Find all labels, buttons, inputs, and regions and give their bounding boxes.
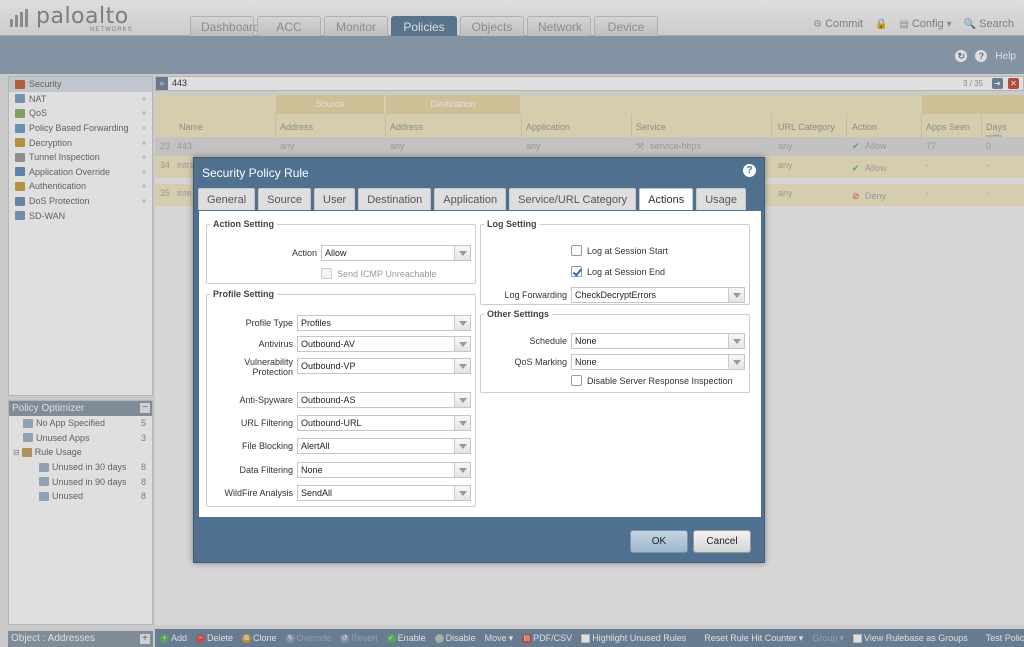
data-filtering-label: Data Filtering (239, 465, 293, 475)
log-session-end-label: Log at Session End (587, 266, 666, 277)
tab-destination[interactable]: Destination (358, 188, 432, 210)
file-blocking-select[interactable]: AlertAll (297, 438, 471, 454)
data-filtering-value: None (301, 465, 323, 475)
chevron-down-icon (454, 439, 470, 453)
schedule-label: Schedule (529, 336, 567, 346)
antivirus-select[interactable]: Outbound-AV (297, 336, 471, 352)
chevron-down-icon (454, 337, 470, 351)
log-session-start-checkbox[interactable]: Log at Session Start (571, 245, 668, 256)
wildfire-select[interactable]: SendAll (297, 485, 471, 501)
tab-usage[interactable]: Usage (696, 188, 747, 210)
data-filtering-select[interactable]: None (297, 462, 471, 478)
chevron-down-icon (454, 316, 470, 330)
vulnerability-value: Outbound-VP (301, 361, 356, 371)
tab-source[interactable]: Source (258, 188, 311, 210)
send-icmp-checkbox[interactable]: Send ICMP Unreachable (321, 268, 436, 279)
antivirus-value: Outbound-AV (301, 339, 355, 349)
checkbox-box (571, 375, 582, 386)
dialog-title: Security Policy Rule (202, 166, 309, 180)
checkbox-checked (571, 266, 582, 277)
chevron-down-icon (728, 288, 744, 302)
security-policy-rule-dialog: Security Policy Rule ? General Source Us… (193, 157, 765, 563)
checkbox-box (321, 268, 332, 279)
checkbox-box (571, 245, 582, 256)
wildfire-value: SendAll (301, 488, 333, 498)
log-session-start-label: Log at Session Start (587, 245, 669, 256)
chevron-down-icon (454, 416, 470, 430)
chevron-down-icon (728, 334, 744, 348)
other-settings-group: Other Settings Schedule None QoS Marking… (480, 309, 750, 393)
profile-type-select[interactable]: Profiles (297, 315, 471, 331)
tab-application[interactable]: Application (434, 188, 507, 210)
dialog-body: Action Setting Action Allow Send ICMP Un… (199, 211, 761, 517)
other-settings-legend: Other Settings (487, 309, 550, 319)
action-label: Action (291, 248, 317, 258)
profile-setting-legend: Profile Setting (213, 289, 275, 299)
url-filtering-select[interactable]: Outbound-URL (297, 415, 471, 431)
help-icon[interactable]: ? (743, 164, 756, 177)
anti-spyware-select[interactable]: Outbound-AS (297, 392, 471, 408)
chevron-down-icon (454, 486, 470, 500)
chevron-down-icon (454, 393, 470, 407)
anti-spyware-label: Anti-Spyware (239, 395, 293, 405)
log-setting-legend: Log Setting (487, 219, 537, 229)
log-forwarding-label: Log Forwarding (504, 290, 567, 300)
tab-service-url[interactable]: Service/URL Category (509, 188, 637, 210)
send-icmp-label: Send ICMP Unreachable (337, 268, 437, 279)
wildfire-label: WildFire Analysis (224, 488, 293, 498)
ok-button[interactable]: OK (630, 530, 688, 553)
tab-general[interactable]: General (198, 188, 256, 210)
qos-marking-label: QoS Marking (514, 357, 567, 367)
schedule-value: None (575, 336, 597, 346)
log-session-end-checkbox[interactable]: Log at Session End (571, 266, 665, 277)
log-forwarding-select[interactable]: CheckDecryptErrors (571, 287, 745, 303)
qos-marking-value: None (575, 357, 597, 367)
cancel-button[interactable]: Cancel (693, 530, 751, 553)
anti-spyware-value: Outbound-AS (301, 395, 356, 405)
chevron-down-icon (454, 463, 470, 477)
disable-server-response-label: Disable Server Response Inspection (587, 375, 733, 386)
dialog-tabs: General Source User Destination Applicat… (198, 188, 747, 210)
chevron-down-icon (454, 359, 470, 373)
chevron-down-icon (454, 246, 470, 260)
profile-type-label: Profile Type (245, 318, 293, 328)
file-blocking-label: File Blocking (241, 441, 293, 451)
log-forwarding-value: CheckDecryptErrors (575, 290, 657, 300)
profile-type-value: Profiles (301, 318, 332, 328)
log-setting-group: Log Setting Log at Session Start Log at … (480, 219, 750, 305)
vulnerability-select[interactable]: Outbound-VP (297, 358, 471, 374)
action-select[interactable]: Allow (321, 245, 471, 261)
vulnerability-label: Vulnerability Protection (244, 357, 293, 377)
action-setting-legend: Action Setting (213, 219, 274, 229)
url-filtering-label: URL Filtering (240, 418, 293, 428)
action-setting-group: Action Setting Action Allow Send ICMP Un… (206, 219, 476, 284)
file-blocking-value: AlertAll (301, 441, 330, 451)
tab-user[interactable]: User (314, 188, 356, 210)
chevron-down-icon (728, 355, 744, 369)
url-filtering-value: Outbound-URL (301, 418, 362, 428)
profile-setting-group: Profile Setting Profile Type Profiles An… (206, 289, 476, 507)
tab-actions[interactable]: Actions (639, 188, 694, 210)
schedule-select[interactable]: None (571, 333, 745, 349)
action-value: Allow (325, 248, 347, 258)
antivirus-label: Antivirus (258, 339, 293, 349)
qos-marking-select[interactable]: None (571, 354, 745, 370)
disable-server-response-checkbox[interactable]: Disable Server Response Inspection (571, 375, 733, 386)
